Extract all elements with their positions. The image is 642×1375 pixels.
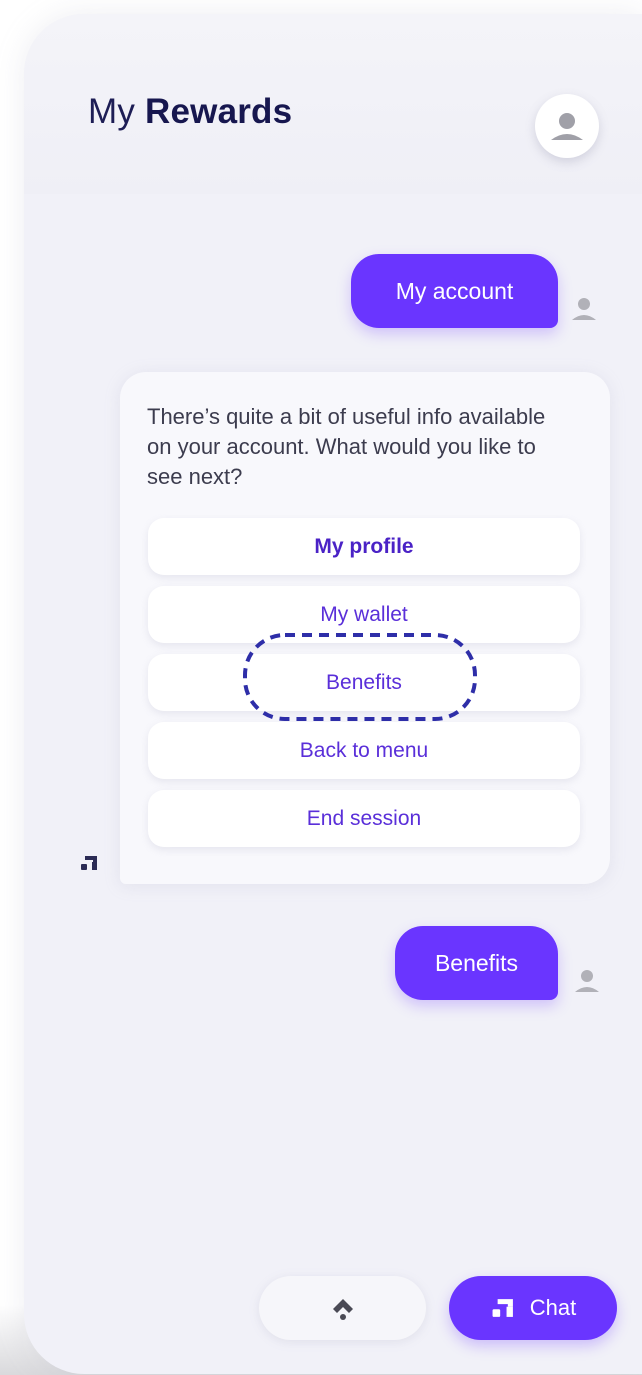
- page-title-bold: Rewards: [145, 92, 293, 131]
- option-label: Back to menu: [299, 738, 429, 762]
- page-title: My Rewards: [88, 92, 292, 132]
- highlight-annotation: [243, 633, 477, 721]
- user-avatar-icon: [572, 298, 596, 320]
- option-label: End session: [306, 806, 422, 830]
- header: My Rewards: [24, 14, 642, 194]
- chevron-up-icon: [332, 1299, 353, 1320]
- option-my-profile[interactable]: My profile: [148, 518, 580, 575]
- person-icon: [551, 113, 583, 140]
- bot-message-text: There’s quite a bit of useful info avail…: [147, 404, 546, 489]
- option-label: My profile: [314, 534, 414, 558]
- user-message-text: Benefits: [434, 949, 519, 976]
- phone-screen: My Rewards My account There’s quite a bi…: [24, 14, 642, 1374]
- scroll-to-top-button[interactable]: [259, 1276, 426, 1340]
- chat-logo-icon: [492, 1299, 513, 1317]
- option-back-to-menu[interactable]: Back to menu: [148, 722, 580, 779]
- option-label: My wallet: [320, 602, 408, 626]
- bot-logo-icon: [81, 856, 97, 870]
- profile-button[interactable]: [535, 94, 599, 158]
- user-avatar-icon: [575, 970, 599, 992]
- user-message-benefits: Benefits: [395, 926, 558, 1000]
- page-title-prefix: My: [88, 92, 136, 131]
- bot-message-card: There’s quite a bit of useful info avail…: [120, 372, 610, 884]
- user-message-my-account: My account: [351, 254, 558, 328]
- chat-button-label: Chat: [529, 1295, 577, 1320]
- user-message-text: My account: [395, 277, 514, 304]
- chat-button[interactable]: Chat: [449, 1276, 617, 1340]
- option-end-session[interactable]: End session: [148, 790, 580, 847]
